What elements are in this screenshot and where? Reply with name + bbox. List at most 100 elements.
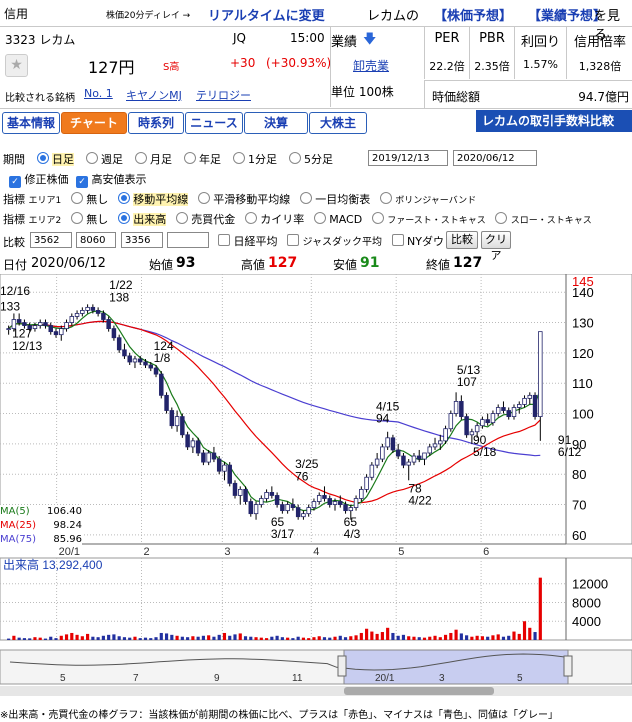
price-annotation: 138 bbox=[109, 290, 129, 304]
period-daily-radio[interactable] bbox=[36, 152, 49, 164]
candle-body bbox=[348, 507, 354, 512]
volume-bar bbox=[475, 635, 479, 640]
area2-none-radio[interactable] bbox=[70, 212, 83, 224]
price-forecast-link[interactable]: 【株価予想】 bbox=[434, 5, 512, 24]
volume-bar bbox=[249, 636, 253, 640]
candle-body bbox=[259, 498, 264, 505]
volume-bar bbox=[275, 635, 279, 640]
compare-code-1[interactable]: 3562 bbox=[30, 232, 72, 248]
period-monthly-radio[interactable] bbox=[134, 152, 147, 164]
tab-earnings[interactable]: 決算 bbox=[244, 112, 308, 134]
navigator-panel[interactable]: 5 7 9 11 20/1 3 5 bbox=[0, 649, 632, 696]
volume-bar bbox=[159, 632, 163, 640]
area1-ma-radio[interactable] bbox=[117, 192, 130, 204]
volume-bar bbox=[465, 635, 469, 640]
volume-bar bbox=[243, 636, 248, 640]
hilo-checkbox[interactable]: ✓ bbox=[76, 176, 88, 188]
volume-bar bbox=[122, 637, 127, 640]
price-tick-label: 120 bbox=[572, 346, 594, 361]
candle-body bbox=[359, 488, 364, 499]
area1-ema-radio[interactable] bbox=[197, 192, 210, 204]
candle-body bbox=[506, 410, 511, 417]
period-yearly-radio[interactable] bbox=[183, 152, 196, 164]
date-to-input[interactable]: 2020/06/12 bbox=[453, 150, 537, 166]
price-tick-label: 80 bbox=[572, 467, 586, 482]
close-label: 終値 bbox=[426, 258, 451, 272]
candle bbox=[159, 371, 164, 399]
volume-bar bbox=[164, 633, 169, 640]
candle-body bbox=[385, 437, 390, 448]
jasdaq-checkbox[interactable] bbox=[287, 234, 299, 246]
volume-bar bbox=[438, 637, 442, 640]
volume-bar bbox=[286, 637, 290, 640]
volume-bar bbox=[170, 634, 174, 640]
area1-ema-label: 平滑移動平均線 bbox=[213, 193, 291, 206]
volume-title: 出来高 13,292,400 bbox=[3, 557, 103, 572]
candle-body bbox=[201, 452, 206, 463]
area2-turnover-radio[interactable] bbox=[175, 212, 188, 224]
volume-bar bbox=[59, 635, 63, 640]
current-price: 127円 bbox=[88, 58, 135, 77]
adjusted-price-checkbox[interactable]: ✓ bbox=[9, 176, 21, 188]
compare-code-2[interactable]: 8060 bbox=[76, 232, 116, 248]
realtime-link[interactable]: リアルタイムに変更 bbox=[208, 5, 325, 24]
tab-chart[interactable]: チャート bbox=[61, 112, 127, 134]
candle-body bbox=[380, 446, 385, 460]
candle-body bbox=[232, 482, 238, 496]
candle-body bbox=[295, 507, 301, 518]
nydow-checkbox[interactable] bbox=[391, 234, 404, 246]
compare-code-4[interactable] bbox=[167, 232, 209, 248]
area2-fast-stoch-label: ファースト・ストキャス bbox=[387, 216, 486, 226]
area1-ichimoku-radio[interactable] bbox=[299, 192, 312, 204]
period-monthly-label: 月足 bbox=[150, 153, 172, 166]
compare-stock-link-1[interactable]: No. 1 bbox=[84, 87, 113, 100]
area2-deviation-radio[interactable] bbox=[244, 212, 257, 224]
period-5min-radio[interactable] bbox=[288, 152, 301, 164]
navigator-tick-label: 5 bbox=[60, 673, 66, 684]
volume-bar bbox=[449, 632, 453, 640]
ma5-legend: MA(5) 106.40 bbox=[0, 505, 82, 519]
candle bbox=[116, 334, 122, 353]
nydow-label: NYダウ bbox=[407, 235, 444, 248]
ma75-legend: MA(75) 85.96 bbox=[0, 533, 82, 547]
volume-bar bbox=[212, 636, 216, 640]
candle-body bbox=[106, 319, 111, 330]
area2-slow-stoch-radio[interactable] bbox=[495, 212, 508, 224]
area2-fast-stoch-radio[interactable] bbox=[371, 212, 384, 224]
date-from-input[interactable]: 2019/12/13 bbox=[368, 150, 448, 166]
area2-turnover-label: 売買代金 bbox=[191, 213, 236, 226]
nikkei-checkbox[interactable] bbox=[218, 234, 230, 246]
fee-comparison-banner[interactable]: レカムの取引手数料比較 bbox=[476, 110, 632, 132]
compare-button[interactable]: 比較 bbox=[446, 231, 478, 249]
navigator-left-handle bbox=[337, 655, 347, 677]
volume-bar bbox=[417, 637, 421, 640]
candle-body bbox=[48, 325, 53, 333]
tab-news[interactable]: ニュース bbox=[185, 112, 243, 134]
tab-major-shareholders[interactable]: 大株主 bbox=[309, 112, 367, 134]
stat-per: PER 22.2倍 bbox=[425, 27, 470, 79]
volume-bar bbox=[201, 635, 205, 640]
favorite-star-icon[interactable]: ★ bbox=[5, 54, 28, 77]
clear-button[interactable]: クリア bbox=[481, 231, 511, 262]
candle-body bbox=[190, 440, 196, 448]
area2-volume-radio[interactable] bbox=[117, 212, 130, 224]
price-annotation: 5/18 bbox=[473, 445, 497, 459]
area2-macd-radio[interactable] bbox=[313, 212, 326, 224]
candle-body bbox=[390, 437, 396, 451]
candle-body bbox=[290, 504, 296, 508]
candle-body bbox=[164, 394, 169, 411]
period-1min-radio[interactable] bbox=[232, 152, 245, 164]
area1-none-radio[interactable] bbox=[70, 192, 83, 204]
ma25-legend: MA(25) 98.24 bbox=[0, 519, 82, 533]
period-weekly-radio[interactable] bbox=[85, 152, 98, 164]
tab-basic-info[interactable]: 基本情報 bbox=[2, 112, 60, 134]
compare-code-3[interactable]: 3356 bbox=[121, 232, 163, 248]
tab-timeseries[interactable]: 時系列 bbox=[128, 112, 184, 134]
area2-macd-label: MACD bbox=[329, 213, 363, 226]
compare-stock-link-2[interactable]: キヤノンMJ bbox=[126, 87, 182, 103]
industry-link[interactable]: 卸売業 bbox=[353, 57, 389, 74]
area1-bollinger-radio[interactable] bbox=[379, 192, 392, 204]
compare-stock-link-3[interactable]: テリロジー bbox=[196, 87, 251, 103]
high-value: 127 bbox=[268, 255, 298, 271]
market-cap: 時価総額 94.7億円 bbox=[424, 80, 632, 108]
